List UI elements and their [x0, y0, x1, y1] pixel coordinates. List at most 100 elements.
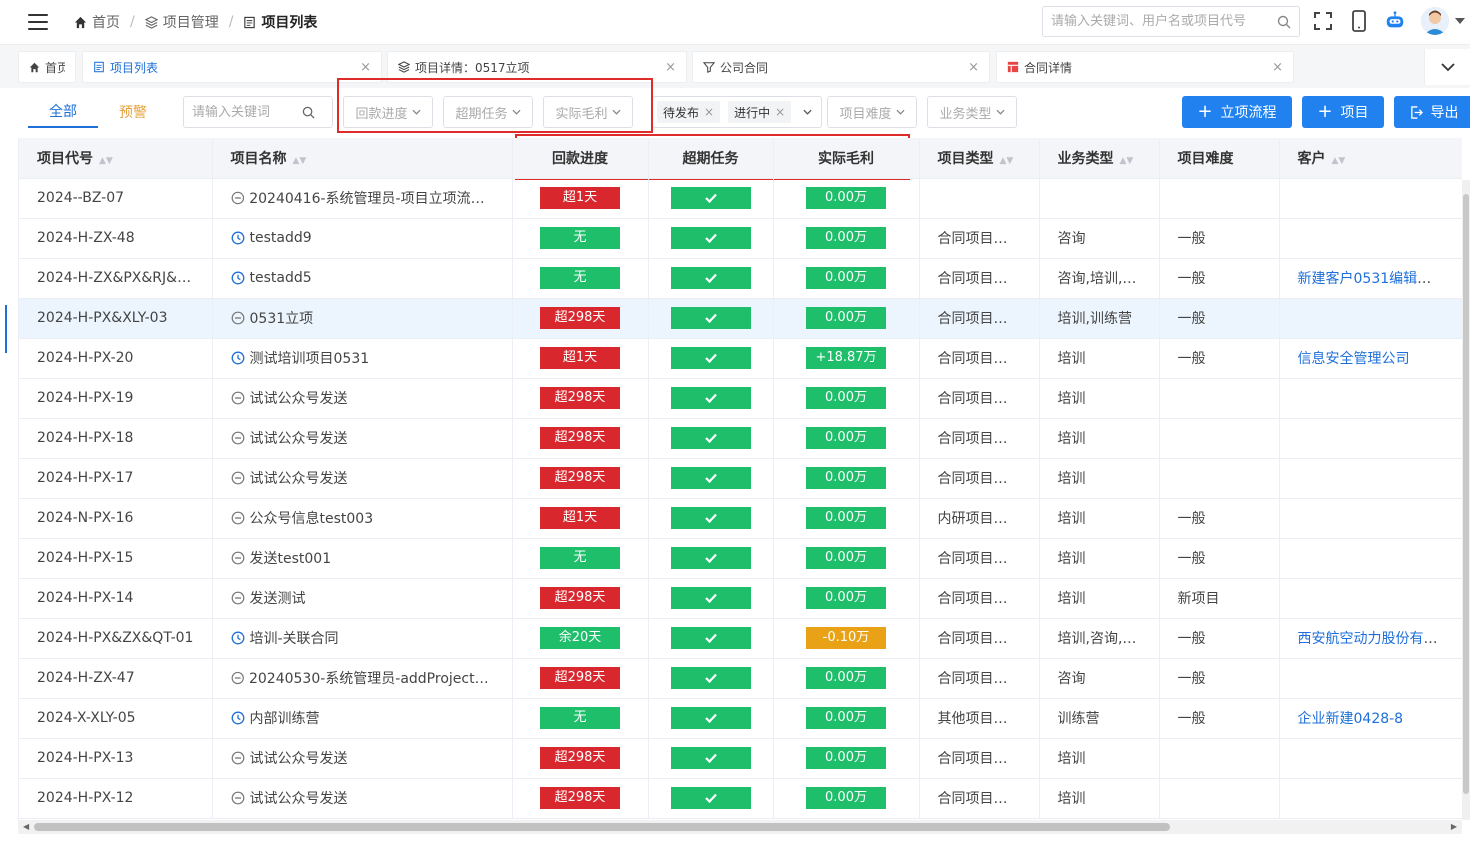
- cell-name[interactable]: 内部训练营: [212, 698, 513, 739]
- cell-overdue: [648, 538, 774, 579]
- filter-overdue-dropdown[interactable]: 超期任务: [443, 96, 533, 128]
- col-header-name[interactable]: 项目名称 ▲▼: [212, 138, 513, 179]
- table-row[interactable]: 2024-H-PX-13 试试公众号发送 超298天 0.00万 合同项目… 培训: [19, 738, 1462, 779]
- cell-business: 培训: [1039, 778, 1160, 819]
- export-button[interactable]: 导出: [1394, 96, 1470, 128]
- col-header-type[interactable]: 项目类型 ▲▼: [919, 138, 1040, 179]
- chip-close-icon[interactable]: ×: [704, 105, 714, 119]
- filter-business-dropdown[interactable]: 业务类型: [927, 96, 1017, 128]
- filter-payment-dropdown[interactable]: 回款进度: [343, 96, 433, 128]
- table-row[interactable]: 2024-H-ZX-48 testadd9 无 0.00万 合同项目… 咨询 一般: [19, 218, 1462, 259]
- table-row[interactable]: 2024-X-XLY-05 内部训练营 无 0.00万 其他项目… 训练营 一般 企业新建04…: [19, 698, 1462, 739]
- menu-toggle-icon[interactable]: [28, 14, 48, 30]
- cell-name[interactable]: testadd5: [212, 258, 513, 299]
- tab-close-icon[interactable]: ×: [360, 60, 371, 75]
- segment-all[interactable]: 全部: [28, 96, 98, 128]
- filter-difficulty-dropdown[interactable]: 项目难度: [827, 96, 917, 128]
- scroll-left-icon[interactable]: ◀: [23, 822, 29, 831]
- cell-name[interactable]: 0531立项: [212, 298, 513, 339]
- check-icon: [704, 433, 717, 443]
- cell-name[interactable]: 20240416-系统管理员-项目立项流程…: [212, 178, 513, 219]
- table-row[interactable]: 2024-H-PX-15 发送test001 无 0.00万 合同项目… 培训 一般: [19, 538, 1462, 579]
- client-link[interactable]: 新建客户0531编辑一下: [1298, 271, 1446, 287]
- client-link[interactable]: 企业新建0428-8: [1298, 711, 1404, 727]
- horizontal-scrollbar[interactable]: ◀ ▶: [18, 820, 1462, 834]
- status-chip: 进行中 ×: [728, 101, 792, 123]
- col-header-code[interactable]: 项目代号 ▲▼: [19, 138, 213, 179]
- table-row[interactable]: 2024-N-PX-16 公众号信息test003 超1天 0.00万 内研项目… 培训一…: [19, 498, 1462, 539]
- cell-name[interactable]: 20240530-系统管理员-addProjectOne: [212, 658, 513, 699]
- table-row[interactable]: 2024-H-PX-18 试试公众号发送 超298天 0.00万 合同项目… 培训: [19, 418, 1462, 459]
- tab-project-detail[interactable]: 项目详情：0517立项 ×: [387, 51, 687, 83]
- cell-name[interactable]: 试试公众号发送: [212, 778, 513, 819]
- tabs-dropdown-toggle[interactable]: [1424, 49, 1470, 85]
- col-header-client[interactable]: 客户 ▲▼: [1279, 138, 1462, 179]
- cell-code: 2024-H-ZX-47: [19, 658, 213, 699]
- search-icon[interactable]: [1277, 15, 1291, 29]
- sort-icon[interactable]: ▲▼: [99, 156, 113, 166]
- cell-name[interactable]: 发送test001: [212, 538, 513, 579]
- mobile-icon[interactable]: [1348, 8, 1370, 34]
- add-project-button[interactable]: + 项目: [1302, 96, 1384, 128]
- fullscreen-icon[interactable]: [1312, 8, 1334, 34]
- table-row[interactable]: 2024--BZ-07 20240416-系统管理员-项目立项流程… 超1天 0.00…: [19, 178, 1462, 219]
- cell-type: 合同项目…: [919, 618, 1040, 659]
- client-link[interactable]: 信息安全管理公司: [1298, 351, 1410, 367]
- vertical-scrollbar[interactable]: [1462, 180, 1470, 820]
- cell-business: 培训: [1039, 578, 1160, 619]
- breadcrumb-project-mgmt[interactable]: 项目管理: [144, 12, 219, 32]
- user-avatar[interactable]: [1420, 7, 1466, 35]
- cell-client[interactable]: 新建客户0531编辑一下: [1279, 258, 1462, 299]
- table-row[interactable]: 2024-H-PX-12 试试公众号发送 超298天 0.00万 合同项目… 培训: [19, 778, 1462, 819]
- check-icon: [704, 273, 717, 283]
- cell-name[interactable]: testadd9: [212, 218, 513, 259]
- project-table: 项目代号 ▲▼ 项目名称 ▲▼ 回款进度 超期任务 实际毛利 项目类型 ▲▼ 业务类型…: [18, 138, 1462, 820]
- tab-close-icon[interactable]: ×: [968, 60, 979, 75]
- sort-icon[interactable]: ▲▼: [293, 156, 307, 166]
- breadcrumb-home[interactable]: 首页: [74, 12, 120, 32]
- cell-name[interactable]: 试试公众号发送: [212, 378, 513, 419]
- table-row[interactable]: 2024-H-PX-17 试试公众号发送 超298天 0.00万 合同项目… 培训: [19, 458, 1462, 499]
- status-multiselect[interactable]: 待发布 × 进行中 ×: [652, 96, 822, 128]
- cell-name[interactable]: 测试培训项目0531: [212, 338, 513, 379]
- cell-client[interactable]: 信息安全管理公司: [1279, 338, 1462, 379]
- sort-icon[interactable]: ▲▼: [1120, 156, 1134, 166]
- cell-name[interactable]: 试试公众号发送: [212, 418, 513, 459]
- sort-icon[interactable]: ▲▼: [1000, 156, 1014, 166]
- client-link[interactable]: 西安航空动力股份有限…: [1298, 631, 1452, 647]
- tab-close-icon[interactable]: ×: [665, 60, 676, 75]
- chevron-down-icon: [995, 109, 1005, 115]
- table-row[interactable]: 2024-H-PX-20 测试培训项目0531 超1天 +18.87万 合同项目… 培训一…: [19, 338, 1462, 379]
- tab-project-list[interactable]: 项目列表 ×: [82, 51, 382, 83]
- robot-icon[interactable]: [1384, 8, 1406, 34]
- sort-icon[interactable]: ▲▼: [1332, 156, 1346, 166]
- table-row[interactable]: 2024-H-ZX&PX&RJ&X… testadd5 无 0.00万 合同项目… 咨询,…: [19, 258, 1462, 299]
- cell-name[interactable]: 发送测试: [212, 578, 513, 619]
- check-icon: [704, 513, 717, 523]
- tab-close-icon[interactable]: ×: [1272, 60, 1283, 75]
- tab-home[interactable]: 首页: [18, 51, 76, 83]
- scroll-right-icon[interactable]: ▶: [1451, 822, 1457, 831]
- col-header-business[interactable]: 业务类型 ▲▼: [1039, 138, 1160, 179]
- global-search-input[interactable]: [1051, 14, 1277, 29]
- search-icon[interactable]: [302, 106, 315, 119]
- cell-name[interactable]: 培训-关联合同: [212, 618, 513, 659]
- segment-warning[interactable]: 预警: [105, 96, 161, 128]
- cell-client[interactable]: 西安航空动力股份有限…: [1279, 618, 1462, 659]
- tab-company-contract[interactable]: 公司合同 ×: [692, 51, 990, 83]
- start-flow-button[interactable]: + 立项流程: [1182, 96, 1292, 128]
- keyword-search-input[interactable]: [192, 104, 302, 120]
- table-row[interactable]: 2024-H-PX&XLY-03 0531立项 超298天 0.00万 合同项目… 培训,…: [19, 298, 1462, 339]
- table-row[interactable]: 2024-H-PX-14 发送测试 超298天 0.00万 合同项目… 培训 新项目: [19, 578, 1462, 619]
- table-row[interactable]: 2024-H-PX-19 试试公众号发送 超298天 0.00万 合同项目… 培训: [19, 378, 1462, 419]
- tab-contract-detail[interactable]: 合同详情 ×: [996, 51, 1294, 83]
- cell-name[interactable]: 公众号信息test003: [212, 498, 513, 539]
- cell-client[interactable]: 企业新建0428-8: [1279, 698, 1462, 739]
- cell-name[interactable]: 试试公众号发送: [212, 738, 513, 779]
- filter-margin-dropdown[interactable]: 实际毛利: [543, 96, 633, 128]
- table-row[interactable]: 2024-H-ZX-47 20240530-系统管理员-addProjectOne…: [19, 658, 1462, 699]
- check-icon: [704, 313, 717, 323]
- table-row[interactable]: 2024-H-PX&ZX&QT-01 培训-关联合同 余20天 -0.10万 合同项目……: [19, 618, 1462, 659]
- cell-name[interactable]: 试试公众号发送: [212, 458, 513, 499]
- chip-close-icon[interactable]: ×: [775, 105, 785, 119]
